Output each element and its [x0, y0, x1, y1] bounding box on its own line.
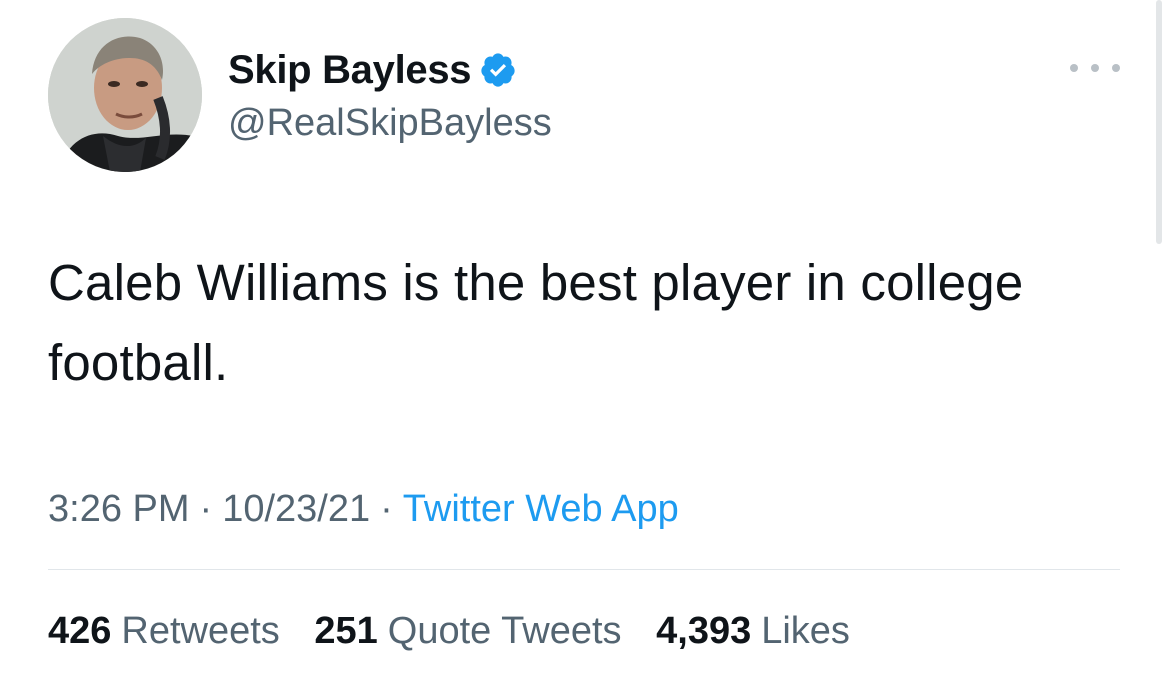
author-info: Skip Bayless @RealSkipBayless: [228, 44, 552, 148]
likes-count: 4,393: [656, 610, 752, 652]
tweet-source-link[interactable]: Twitter Web App: [403, 488, 679, 530]
retweets-label: Retweets: [121, 610, 280, 652]
tweet-text: Caleb Williams is the best player in col…: [48, 254, 1024, 391]
retweets-stat[interactable]: 426 Retweets: [48, 610, 280, 652]
retweets-count: 426: [48, 610, 112, 652]
separator-dot: ·: [199, 488, 213, 530]
verified-badge-icon: [479, 51, 517, 89]
author-handle[interactable]: @RealSkipBayless: [228, 98, 552, 148]
likes-label: Likes: [761, 610, 850, 652]
quote-tweets-stat[interactable]: 251 Quote Tweets: [314, 610, 621, 652]
quote-tweets-count: 251: [314, 610, 378, 652]
profile-photo-icon: [48, 18, 202, 172]
divider: [48, 569, 1120, 570]
more-dot: [1091, 64, 1099, 72]
tweet-stats: 426 Retweets 251 Quote Tweets 4,393 Likes: [48, 606, 874, 656]
more-dot: [1112, 64, 1120, 72]
separator-dot: ·: [380, 488, 393, 530]
tweet-time[interactable]: 3:26 PM: [48, 488, 190, 530]
tweet-card: Skip Bayless @RealSkipBayless Caleb Will…: [0, 0, 1169, 685]
more-dot: [1070, 64, 1078, 72]
likes-stat[interactable]: 4,393 Likes: [656, 610, 850, 652]
avatar[interactable]: [48, 18, 202, 172]
more-options-icon[interactable]: [1070, 56, 1120, 80]
tweet-date[interactable]: 10/23/21: [222, 488, 370, 530]
display-name[interactable]: Skip Bayless: [228, 44, 472, 96]
quote-tweets-label: Quote Tweets: [387, 610, 622, 652]
tweet-meta: 3:26 PM · 10/23/21 · Twitter Web App: [48, 484, 679, 534]
scrollbar[interactable]: [1156, 0, 1162, 244]
